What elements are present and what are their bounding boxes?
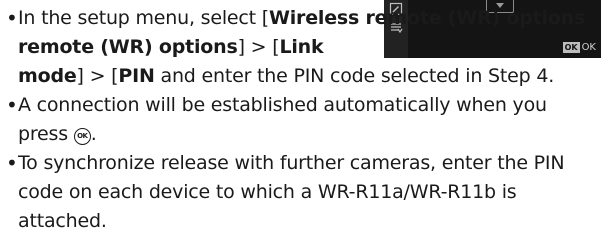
bullet-marker: •: [6, 93, 18, 117]
menu-item-wireless-remote: Wireless remote (WR) options: [268, 7, 586, 29]
bullet-3-line-2: code on each device to which a WR-R11a/W…: [18, 181, 517, 203]
bullet-1-line-3: mode] > [PIN and enter the PIN code sele…: [18, 65, 555, 87]
bullet-3-line-3: attached.: [18, 210, 107, 232]
ok-label: OK: [581, 42, 596, 53]
bullet-1-line-2: remote (WR) options] > [Link: [18, 36, 324, 58]
bullet-2-line-1: A connection will be established automat…: [18, 94, 547, 116]
menu-item-pin: PIN: [118, 65, 155, 87]
ok-button-icon: OK: [73, 128, 91, 145]
manual-page: OK OK • In the setup menu, select [Wirel…: [0, 0, 601, 241]
ok-badge: OK: [562, 42, 580, 53]
text-fragment: In the setup menu, select [: [18, 7, 269, 29]
bullet-marker: •: [6, 6, 18, 30]
bullet-3-line-1: To synchronize release with further came…: [18, 152, 565, 174]
bullet-marker: •: [6, 151, 18, 175]
bullet-1-line-1: In the setup menu, select [Wireless remo…: [18, 4, 585, 33]
bullet-2-line-2: press OK.: [18, 123, 97, 145]
text-fragment: .: [90, 123, 97, 145]
ok-indicator: OK OK: [562, 41, 596, 54]
